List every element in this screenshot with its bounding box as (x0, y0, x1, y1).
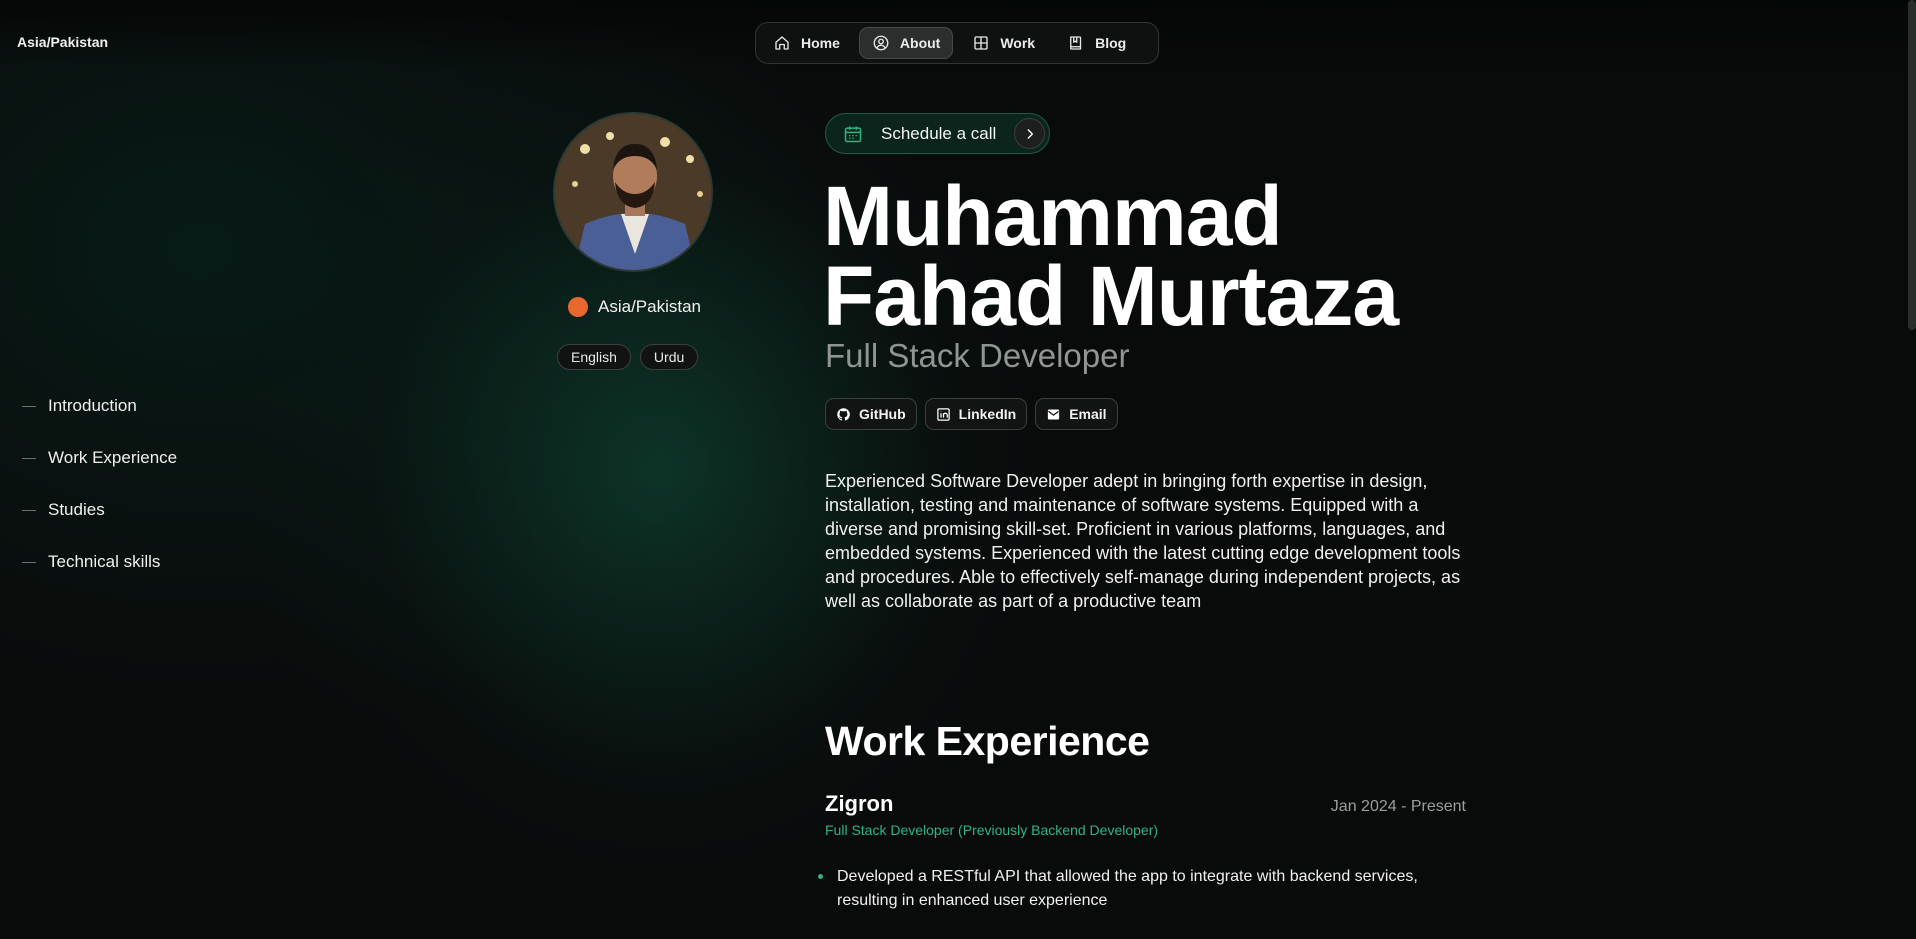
profile-name: Muhammad Fahad Murtaza (823, 174, 1523, 338)
list-item: Developed a RESTful API that allowed the… (818, 865, 1478, 913)
toc-item-label: Introduction (48, 396, 137, 415)
profile-name-line-2: Fahad Murtaza (823, 249, 1399, 343)
toc-dash (22, 509, 36, 511)
toc-item-technical-skills[interactable]: Technical skills (22, 536, 177, 588)
toc-item-introduction[interactable]: Introduction (22, 380, 177, 432)
profile-location-label: Asia/Pakistan (598, 297, 701, 316)
toc-dash (22, 405, 36, 407)
avatar-portrait (555, 114, 711, 270)
github-button[interactable]: GitHub (825, 398, 917, 430)
nav-about-label: About (899, 35, 941, 51)
nav-about[interactable]: About (858, 27, 954, 59)
toc-dash (22, 561, 36, 563)
nav-blog-label: Blog (1095, 35, 1127, 51)
linkedin-button[interactable]: LinkedIn (924, 398, 1028, 430)
chevron-right-icon (1014, 118, 1045, 149)
grid-icon (974, 36, 989, 50)
company-name: Zigron (825, 791, 894, 816)
scrollbar[interactable] (1908, 0, 1916, 330)
language-tag: English (557, 344, 631, 370)
toc-item-studies[interactable]: Studies (22, 484, 177, 536)
main-nav: Home About Work Blog (755, 22, 1159, 64)
github-icon (837, 407, 850, 421)
toc-dash (22, 457, 36, 459)
email-icon (1048, 409, 1060, 419)
nav-blog[interactable]: Blog (1054, 27, 1139, 59)
social-links: GitHub LinkedIn Email (825, 398, 1118, 430)
avatar (553, 112, 713, 272)
linkedin-icon (936, 407, 950, 421)
nav-home[interactable]: Home (760, 27, 853, 59)
toc-item-label: Studies (48, 500, 105, 519)
book-icon (1070, 36, 1082, 50)
user-circle-icon (873, 35, 889, 51)
nav-home-label: Home (801, 35, 840, 51)
profile-location: Asia/Pakistan (568, 297, 701, 317)
employment-dates: Jan 2024 - Present (1330, 798, 1466, 815)
job-position: Full Stack Developer (Previously Backend… (825, 822, 1159, 838)
header-timezone: Asia/Pakistan (17, 34, 109, 50)
toc-item-label: Work Experience (48, 448, 178, 467)
intro-paragraph: Experienced Software Developer adept in … (825, 471, 1461, 611)
work-experience-heading: Work Experience (825, 718, 1150, 764)
github-label: GitHub (859, 406, 906, 422)
toc-item-label: Technical skills (48, 552, 161, 571)
email-button[interactable]: Email (1035, 398, 1118, 430)
language-tags: English Urdu (557, 344, 699, 370)
schedule-call-label: Schedule a call (881, 123, 997, 143)
schedule-call-button[interactable]: Schedule a call (825, 113, 1050, 154)
language-tag: Urdu (639, 344, 699, 370)
nav-work-label: Work (1000, 35, 1036, 51)
toc-item-work-experience[interactable]: Work Experience (22, 432, 177, 484)
bullet-dot (818, 874, 823, 879)
profile-role: Full Stack Developer (825, 337, 1130, 374)
calendar-icon (844, 126, 862, 142)
nav-work[interactable]: Work (959, 27, 1048, 59)
linkedin-label: LinkedIn (958, 406, 1017, 422)
list-item-text: Developed a RESTful API that allowed the… (837, 868, 1418, 909)
globe-icon (568, 297, 588, 317)
table-of-contents: Introduction Work Experience Studies Tec… (22, 380, 177, 588)
email-label: Email (1069, 406, 1107, 422)
home-icon (775, 36, 789, 50)
